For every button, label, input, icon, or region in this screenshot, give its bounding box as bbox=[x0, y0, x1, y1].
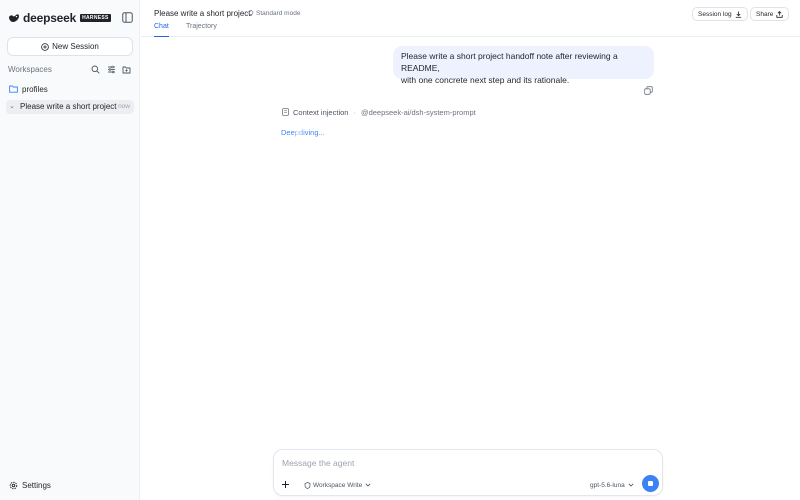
brand-badge: HARNESS bbox=[80, 14, 111, 22]
brand-name: deepseek bbox=[23, 11, 77, 25]
session-time: now bbox=[118, 103, 130, 110]
search-icon[interactable] bbox=[91, 65, 100, 74]
model-label: gpt-5.6-luna bbox=[590, 481, 625, 489]
mode-indicator: Standard mode bbox=[248, 10, 300, 17]
workspaces-header: Workspaces bbox=[8, 65, 134, 75]
settings-button[interactable]: Settings bbox=[9, 480, 51, 490]
session-caret: ⌄ bbox=[9, 103, 15, 110]
top-bar: Please write a short project Standard mo… bbox=[141, 0, 800, 37]
folder-icon bbox=[9, 85, 18, 93]
chevron-down-icon bbox=[365, 483, 371, 487]
filter-icon[interactable] bbox=[107, 65, 116, 74]
user-message-line: Please write a short project handoff not… bbox=[401, 51, 618, 73]
message-input[interactable] bbox=[282, 457, 642, 469]
context-mention: @deepseek-ai/dsh-system-prompt bbox=[360, 107, 476, 117]
user-message-line: with one concrete next step and its rati… bbox=[401, 75, 570, 85]
context-label: Context injection bbox=[293, 107, 349, 117]
page-title: Please write a short project bbox=[154, 9, 251, 18]
permission-select[interactable]: Workspace Write bbox=[304, 480, 373, 490]
shield-icon bbox=[304, 481, 311, 489]
stop-button[interactable] bbox=[642, 475, 659, 492]
session-title: Please write a short project bbox=[20, 102, 117, 111]
user-message-bubble: Please write a short project handoff not… bbox=[393, 46, 654, 85]
session-log-label: Session log bbox=[698, 10, 732, 18]
gear-icon bbox=[9, 481, 18, 489]
whale-logo-icon bbox=[9, 14, 19, 22]
new-session-button[interactable]: New Session bbox=[7, 37, 133, 56]
folder-name: profiles bbox=[22, 84, 48, 94]
session-log-button[interactable]: Session log bbox=[692, 7, 748, 21]
share-icon bbox=[776, 10, 783, 18]
copy-icon[interactable] bbox=[644, 86, 653, 95]
workspaces-title: Workspaces bbox=[8, 65, 52, 74]
sidebar-toggle-icon[interactable] bbox=[122, 12, 133, 23]
app-window: deepseek HARNESS New Session Workspaces bbox=[0, 0, 800, 500]
stop-icon bbox=[648, 481, 653, 486]
brand-logo: deepseek HARNESS bbox=[8, 11, 111, 25]
tab-trajectory[interactable]: Trajectory bbox=[186, 23, 217, 37]
plus-icon[interactable] bbox=[281, 480, 290, 489]
mode-label: Standard mode bbox=[256, 10, 301, 17]
sidebar: deepseek HARNESS New Session Workspaces bbox=[0, 0, 140, 500]
thinking-status: Deepdiving... bbox=[281, 128, 325, 137]
download-icon bbox=[735, 11, 741, 18]
composer: Workspace Write gpt-5.6-luna bbox=[273, 449, 663, 496]
settings-label: Settings bbox=[22, 480, 51, 490]
context-separator: · bbox=[353, 107, 356, 117]
share-button[interactable]: Share bbox=[750, 7, 790, 21]
permission-label: Workspace Write bbox=[313, 481, 363, 489]
chevron-down-icon bbox=[628, 483, 634, 487]
plus-circle-icon bbox=[41, 42, 49, 51]
new-folder-icon[interactable] bbox=[122, 65, 131, 74]
workspace-folder-profiles[interactable]: profiles bbox=[9, 84, 48, 94]
session-item[interactable]: ⌄ Please write a short project now bbox=[6, 100, 134, 114]
new-session-label: New Session bbox=[52, 42, 99, 51]
share-label: Share bbox=[756, 10, 774, 18]
document-icon bbox=[282, 108, 289, 116]
model-select[interactable]: gpt-5.6-luna bbox=[590, 480, 634, 490]
tab-chat[interactable]: Chat bbox=[154, 23, 169, 37]
bulb-icon bbox=[248, 10, 254, 16]
context-injection-row[interactable]: Context injection · @deepseek-ai/dsh-sys… bbox=[282, 107, 476, 117]
